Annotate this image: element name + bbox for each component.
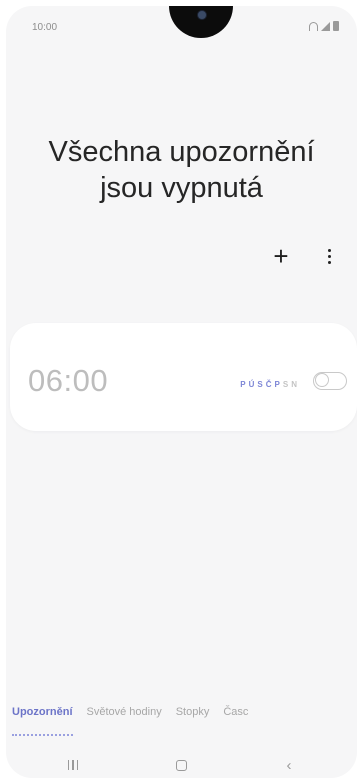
tab-world-clock[interactable]: Světové hodiny (87, 706, 162, 730)
home-button[interactable] (168, 756, 194, 774)
toggle-knob (315, 373, 329, 387)
page-title-line-1: Všechna upozornění (48, 136, 315, 168)
camera-notch (169, 6, 233, 38)
alarm-day: P (240, 380, 246, 389)
status-bar: 10:00 (6, 6, 357, 46)
alarm-day: Č (265, 380, 272, 389)
back-icon: ‹ (286, 756, 292, 774)
recents-icon (67, 760, 79, 770)
alarm-card[interactable]: 06:00 P Ú S Č P S N (10, 323, 357, 431)
alarm-time: 06:00 (28, 363, 109, 398)
screen: 10:00 Všechna upozornění jsou vypnutá + (6, 6, 357, 778)
recents-button[interactable] (60, 756, 86, 774)
plus-icon: + (273, 241, 289, 271)
system-navigation-bar: ‹ (6, 750, 357, 778)
add-alarm-button[interactable]: + (267, 242, 295, 270)
status-time: 10:00 (32, 22, 58, 33)
kebab-icon (327, 248, 331, 264)
alarm-day: Ú (248, 380, 255, 389)
battery-icon (333, 21, 339, 31)
alarm-day: P (274, 380, 280, 389)
tab-alarm[interactable]: Upozornění (12, 706, 73, 736)
page-title: Všechna upozornění jsou vypnutá (6, 134, 357, 206)
alarm-toggle[interactable] (313, 372, 347, 390)
toolbar: + (267, 242, 343, 270)
signal-icon (321, 22, 330, 31)
status-icons (309, 21, 339, 31)
tab-timer[interactable]: Časc (223, 706, 248, 730)
tab-stopwatch[interactable]: Stopky (176, 706, 210, 730)
wifi-icon (309, 22, 318, 31)
more-options-button[interactable] (315, 242, 343, 270)
back-button[interactable]: ‹ (276, 756, 302, 774)
camera-icon (197, 10, 207, 20)
phone-frame: 10:00 Všechna upozornění jsou vypnutá + (0, 0, 363, 782)
alarm-days: P Ú S Č P S N (240, 380, 297, 389)
page-title-line-2: jsou vypnutá (100, 172, 263, 204)
home-icon (175, 759, 187, 771)
alarm-day: S (257, 380, 263, 389)
alarm-day: N (291, 380, 297, 389)
bottom-tabs: Upozornění Světové hodiny Stopky Časc (6, 706, 357, 736)
alarm-day: S (282, 380, 289, 389)
